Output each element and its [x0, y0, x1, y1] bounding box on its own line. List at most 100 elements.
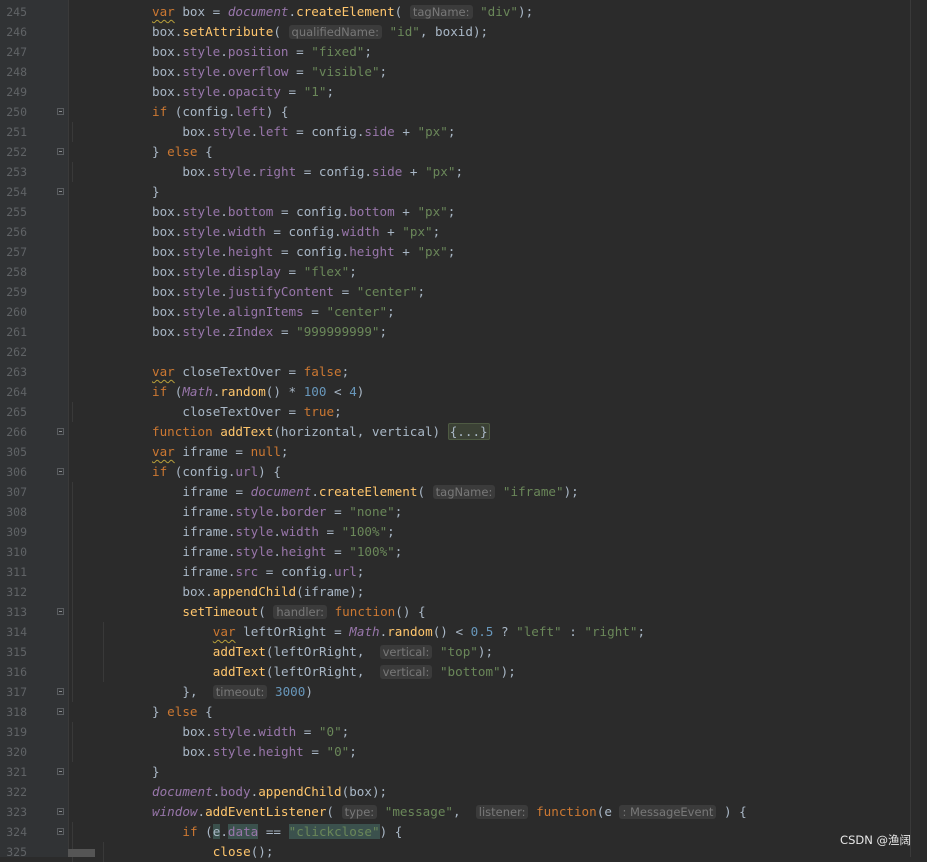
code-line[interactable]: 312 box.appendChild(iframe); — [0, 582, 911, 602]
fold-toggle-icon[interactable] — [57, 768, 64, 775]
code-line[interactable]: 250 if (config.left) { — [0, 102, 911, 122]
code-line[interactable]: 306 if (config.url) { — [0, 462, 911, 482]
code-token: { — [197, 704, 213, 719]
code-token: . — [220, 264, 228, 279]
code-token: ; — [447, 204, 456, 219]
fold-toggle-icon[interactable] — [57, 108, 64, 115]
line-number: 264 — [6, 385, 27, 399]
code-line[interactable]: 251 box.style.left = config.side + "px"; — [0, 122, 911, 142]
code-line[interactable]: 310 iframe.style.height = "100%"; — [0, 542, 911, 562]
code-line[interactable]: 261 box.style.zIndex = "999999999"; — [0, 322, 911, 342]
code-line[interactable]: 245 var box = document.createElement( tag… — [0, 2, 911, 22]
code-token: + — [402, 164, 426, 179]
code-line[interactable]: 317}, timeout: 3000) — [0, 682, 911, 702]
code-line[interactable]: 323 window.addEventListener( type: "messa… — [0, 802, 911, 822]
code-line[interactable]: 322 document.body.appendChild(box); — [0, 782, 911, 802]
code-token: (box); — [341, 784, 388, 799]
code-line[interactable]: 259 box.style.justifyContent = "center"; — [0, 282, 911, 302]
code-token: iframe = — [182, 484, 251, 499]
code-token: ) { — [379, 824, 403, 839]
parameter-hint: vertical: — [379, 645, 433, 659]
code-line[interactable]: 264 if (Math.random() * 100 < 4) — [0, 382, 911, 402]
code-line[interactable]: 316 addText(leftOrRight, vertical: "botto… — [0, 662, 911, 682]
code-token: zIndex — [227, 324, 274, 339]
code-line[interactable]: 252} else { — [0, 142, 911, 162]
code-line[interactable]: 315 addText(leftOrRight, vertical: "top")… — [0, 642, 911, 662]
code-line[interactable]: 314 var leftOrRight = Math.random() < 0.5… — [0, 622, 911, 642]
code-line[interactable]: 260 box.style.alignItems = "center"; — [0, 302, 911, 322]
fold-toggle-icon[interactable] — [57, 188, 64, 195]
code-line[interactable]: 324 if (e.data == "clickclose") { — [0, 822, 911, 842]
code-token: ) { — [716, 804, 747, 819]
code-line[interactable]: 247 box.style.position = "fixed"; — [0, 42, 911, 62]
fold-toggle-icon[interactable] — [57, 428, 64, 435]
code-line[interactable]: 319 box.style.width = "0"; — [0, 722, 911, 742]
code-token: Math — [349, 624, 380, 639]
code-line[interactable]: 254} — [0, 182, 911, 202]
code-text: box.style.alignItems = "center"; — [152, 302, 395, 322]
code-line[interactable]: 311 iframe.src = config.url; — [0, 562, 911, 582]
code-token: ; — [394, 504, 403, 519]
line-number: 325 — [6, 845, 27, 859]
indent-guide — [72, 722, 74, 742]
code-token: ) { — [258, 464, 281, 479]
code-line[interactable]: 307 iframe = document.createElement( tagN… — [0, 482, 911, 502]
fold-toggle-icon[interactable] — [57, 148, 64, 155]
code-line[interactable]: 308 iframe.style.border = "none"; — [0, 502, 911, 522]
error-stripe[interactable] — [910, 0, 927, 857]
fold-toggle-icon[interactable] — [57, 688, 64, 695]
code-line[interactable]: 321} — [0, 762, 911, 782]
fold-toggle-icon[interactable] — [57, 808, 64, 815]
code-token: closeTextOver = — [182, 404, 304, 419]
code-token: < — [326, 384, 350, 399]
line-number: 257 — [6, 245, 27, 259]
code-line[interactable]: 253 box.style.right = config.side + "px"; — [0, 162, 911, 182]
code-token: random — [387, 624, 433, 639]
code-token: window — [152, 804, 198, 819]
code-token: . — [197, 804, 206, 819]
code-line[interactable]: 318} else { — [0, 702, 911, 722]
code-line[interactable]: 255 box.style.bottom = config.bottom + "p… — [0, 202, 911, 222]
code-token: = — [303, 304, 327, 319]
code-token: style — [182, 64, 221, 79]
code-line[interactable]: 265 closeTextOver = true; — [0, 402, 911, 422]
code-token: 0.5 — [470, 624, 494, 639]
code-text: function addText(horizontal, vertical) {… — [152, 422, 490, 442]
code-line[interactable]: 309 iframe.style.width = "100%"; — [0, 522, 911, 542]
line-number: 259 — [6, 285, 27, 299]
fold-toggle-icon[interactable] — [57, 608, 64, 615]
code-token: style — [235, 524, 274, 539]
code-token: ; — [364, 44, 372, 59]
code-token: ; — [349, 264, 357, 279]
code-line[interactable]: 258 box.style.display = "flex"; — [0, 262, 911, 282]
code-token: ); — [563, 484, 579, 499]
code-line[interactable]: 257 box.style.height = config.height + "p… — [0, 242, 911, 262]
line-number: 323 — [6, 805, 27, 819]
fold-toggle-icon[interactable] — [57, 468, 64, 475]
code-line[interactable]: 263 var closeTextOver = false; — [0, 362, 911, 382]
code-token: + — [379, 224, 403, 239]
indent-guide — [102, 662, 104, 682]
code-text: box.style.opacity = "1"; — [152, 82, 334, 102]
code-token: box. — [152, 224, 183, 239]
code-editor[interactable]: 245 var box = document.createElement( tag… — [0, 2, 911, 862]
code-line[interactable]: 320 box.style.height = "0"; — [0, 742, 911, 762]
fold-toggle-icon[interactable] — [57, 708, 64, 715]
code-token: bottom — [227, 204, 274, 219]
code-line[interactable]: 256 box.style.width = config.width + "px"… — [0, 222, 911, 242]
line-number: 320 — [6, 745, 27, 759]
code-line[interactable]: 313 setTimeout( handler: function() { — [0, 602, 911, 622]
code-line[interactable]: 305 var iframe = null; — [0, 442, 911, 462]
code-line[interactable]: 246 box.setAttribute( qualifiedName: "id"… — [0, 22, 911, 42]
code-line[interactable]: 325 close(); — [0, 842, 911, 862]
code-text: box.style.position = "fixed"; — [152, 42, 372, 62]
code-line[interactable]: 248 box.style.overflow = "visible"; — [0, 62, 911, 82]
code-line[interactable]: 266 function addText(horizontal, vertical… — [0, 422, 911, 442]
code-line[interactable]: 262 — [0, 342, 911, 362]
code-token: ; — [637, 624, 646, 639]
horizontal-scroll-thumb[interactable] — [68, 849, 95, 857]
code-token: = — [303, 744, 327, 759]
code-token: ( — [394, 4, 410, 19]
code-line[interactable]: 249 box.style.opacity = "1"; — [0, 82, 911, 102]
fold-toggle-icon[interactable] — [57, 828, 64, 835]
